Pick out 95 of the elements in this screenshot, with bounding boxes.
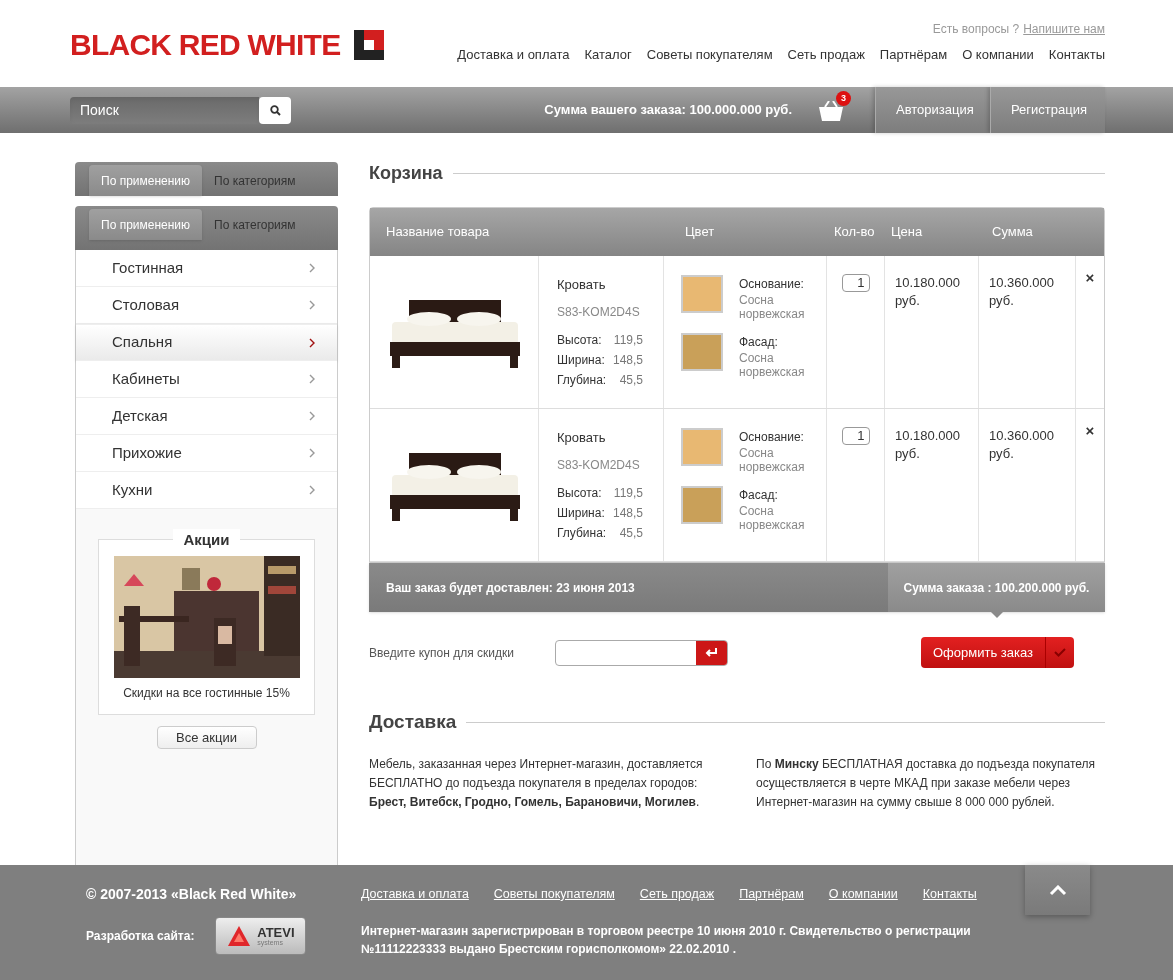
- dimension-label: Высота:: [557, 331, 603, 349]
- chevron-up-icon: [1048, 884, 1067, 896]
- product-sku: S83-KOM2D4S: [557, 303, 641, 321]
- enter-icon: [705, 648, 718, 657]
- dimension-value: 148,5: [611, 351, 643, 369]
- category-item[interactable]: Спальня: [76, 324, 337, 361]
- checkmark-icon: [1054, 648, 1066, 657]
- dimension-label: Ширина:: [557, 351, 606, 369]
- price-cell: 10.180.000 руб.: [885, 409, 979, 561]
- coupon-label: Введите купон для скидки: [369, 644, 515, 662]
- color-label: Основание:: [739, 429, 805, 446]
- checkout-button[interactable]: Оформить заказ: [921, 637, 1074, 668]
- copyright: © 2007-2013 «Black Red White»: [86, 885, 298, 904]
- color-label: Основание:: [739, 276, 805, 293]
- dimension-label: Ширина:: [557, 504, 606, 522]
- dimension-value: 45,5: [618, 524, 643, 542]
- questions-text: Есть вопросы ?: [932, 21, 1020, 38]
- nav-link[interactable]: Доставка и оплата: [457, 45, 570, 65]
- registration-info: Интернет-магазин зарегистрирован в торговом реестре 10 июня 2010 г. Свидетельство о регистрации №11112223333 выдано Брестским горисполкомом» 22.02.2010 .: [361, 922, 972, 958]
- footer-link[interactable]: Советы покупателям: [493, 885, 615, 904]
- chevron-icon: [309, 300, 315, 310]
- promo-caption: Скидки на все гостинные 15%: [123, 685, 290, 702]
- search-field[interactable]: Поиск: [70, 96, 259, 124]
- category-item[interactable]: Кухни: [76, 472, 337, 509]
- chevron-icon: [309, 263, 315, 273]
- order-total: Сумма заказа : 100.200.000 руб.: [888, 563, 1105, 612]
- nav-link[interactable]: О компании: [962, 45, 1034, 65]
- category-item[interactable]: Прихожие: [76, 435, 337, 472]
- color-label: Фасад:: [739, 334, 779, 351]
- nav-link[interactable]: Советы покупателям: [646, 45, 773, 65]
- footer-link[interactable]: Доставка и оплата: [361, 885, 469, 904]
- column-header: Сумма: [991, 223, 1034, 242]
- delivery-title: Доставка: [369, 710, 457, 734]
- nav-link[interactable]: Сеть продаж: [787, 45, 865, 65]
- dimension-label: Глубина:: [557, 524, 608, 542]
- dimension-value: 45,5: [618, 371, 643, 389]
- category-item[interactable]: Столовая: [76, 287, 337, 324]
- footer-link[interactable]: О компании: [828, 885, 898, 904]
- logo[interactable]: BLACK RED WHITE: [70, 0, 385, 87]
- delivery-paragraph: По Минску БЕСПЛАТНАЯ доставка до подъезда покупателя осуществляется в черте МКАД при заказе мебели через Интернет-магазин на сумму свыше 8 000 000 рублей.: [756, 755, 1097, 811]
- chevron-icon: [309, 448, 315, 458]
- quantity-field[interactable]: 1: [841, 427, 870, 445]
- color-value: Сосна норвежская: [739, 293, 806, 321]
- dimension-label: Глубина:: [557, 371, 608, 389]
- cart-count-badge: 3: [836, 91, 851, 106]
- category-item[interactable]: Гостинная: [76, 250, 337, 287]
- footer-link[interactable]: Партнёрам: [739, 885, 804, 904]
- dimension-value: 119,5: [612, 484, 643, 502]
- coupon-field[interactable]: [555, 639, 728, 666]
- nav-link[interactable]: Контакты: [1048, 45, 1105, 65]
- column-header: Цвет: [684, 223, 716, 242]
- basket-icon: [818, 101, 844, 123]
- color-value: Сосна норвежская: [739, 351, 806, 379]
- back-to-top-button[interactable]: [1025, 865, 1090, 915]
- quantity-field[interactable]: 1: [841, 274, 870, 292]
- developer-label: Разработка сайта:: [86, 928, 195, 945]
- delivery-paragraph: Мебель, заказанная через Интернет-магазин, доставляется БЕСПЛАТНО до подъезда покупателя в пределах городов: Брест, Витебск, Гродно, Гомель, Барановичи, Могилев.: [369, 755, 704, 811]
- apply-coupon-button[interactable]: [696, 640, 727, 665]
- dimension-value: 119,5: [612, 331, 643, 349]
- nav-link[interactable]: Каталог: [584, 45, 632, 65]
- logo-icon: [354, 29, 385, 60]
- logo-icon: [227, 925, 252, 947]
- chevron-icon: [309, 337, 315, 348]
- cart-button[interactable]: [818, 101, 844, 123]
- order-sum: Сумма вашего заказа: 100.000.000 руб.: [544, 101, 792, 120]
- dimension-value: 148,5: [611, 504, 643, 522]
- all-promos-button[interactable]: Все акции: [156, 726, 257, 749]
- delivery-date: Ваш заказ будет доставлен: 23 июня 2013: [385, 579, 636, 597]
- sum-cell: 10.360.000 руб.: [979, 409, 1076, 561]
- chevron-icon: [309, 374, 315, 384]
- search-button[interactable]: [259, 96, 291, 124]
- dimension-label: Высота:: [557, 484, 603, 502]
- product-name: Кровать: [557, 429, 607, 447]
- category-item[interactable]: Детская: [76, 398, 337, 435]
- chevron-icon: [309, 411, 315, 421]
- chevron-icon: [309, 485, 315, 495]
- footer-link[interactable]: Сеть продаж: [639, 885, 715, 904]
- nav-link[interactable]: Партнёрам: [879, 45, 948, 65]
- category-item[interactable]: Кабинеты: [76, 361, 337, 398]
- column-header: Цена: [890, 223, 924, 242]
- price-cell: 10.180.000 руб.: [885, 256, 979, 408]
- remove-button[interactable]: ×: [1085, 270, 1095, 286]
- color-value: Сосна норвежская: [739, 446, 806, 474]
- sum-cell: 10.360.000 руб.: [979, 256, 1076, 408]
- search-icon: [269, 104, 281, 116]
- color-value: Сосна норвежская: [739, 504, 806, 532]
- cart-title: Корзина: [369, 162, 443, 185]
- column-header: Кол-во: [833, 223, 876, 242]
- pointer-arrow: [991, 612, 1003, 618]
- footer-link[interactable]: Контакты: [922, 885, 977, 904]
- product-name: Кровать: [557, 276, 607, 294]
- remove-button[interactable]: ×: [1085, 423, 1095, 439]
- column-header: Название товара: [385, 223, 491, 242]
- color-label: Фасад:: [739, 487, 779, 504]
- product-sku: S83-KOM2D4S: [557, 456, 641, 474]
